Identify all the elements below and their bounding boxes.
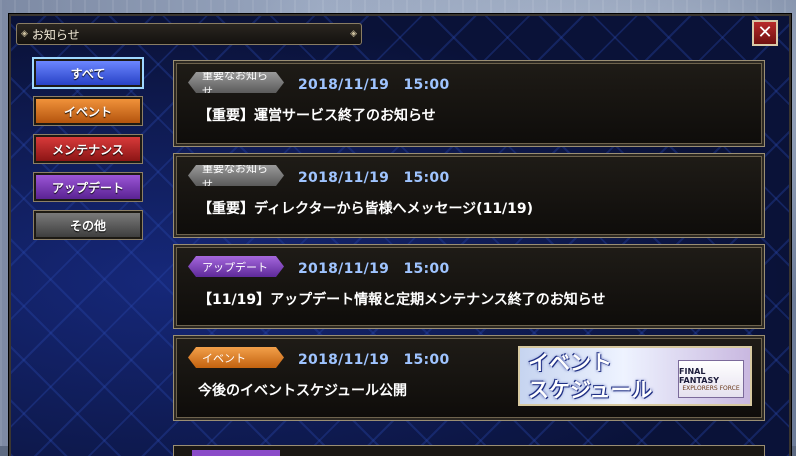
- news-item[interactable]: 重要なお知らせ 2018/11/19 15:00 【重要】運営サービス終了のお知…: [173, 60, 765, 147]
- news-date: 2018/11/19 15:00: [298, 261, 450, 277]
- news-title: 【重要】ディレクターから皆様へメッセージ(11/19): [198, 201, 534, 217]
- category-label: イベント: [63, 104, 112, 119]
- logo-subtitle: EXPLORERS FORCE: [682, 384, 740, 392]
- news-tag-update: アップデート: [188, 256, 284, 277]
- category-label: すべて: [70, 66, 106, 81]
- news-item[interactable]: イベント 2018/11/19 15:00 今後のイベントスケジュール公開 イベ…: [173, 335, 765, 421]
- news-tag-important: 重要なお知らせ: [188, 165, 284, 186]
- category-label: メンテナンス: [52, 142, 124, 157]
- category-event-button[interactable]: イベント: [33, 96, 143, 126]
- window-titlebar: ◈ お知らせ ◈: [16, 23, 362, 45]
- news-tag-important: 重要なお知らせ: [188, 72, 284, 93]
- event-schedule-banner[interactable]: イベント スケジュール FINAL FANTASY EXPLORERS FORCE: [518, 346, 752, 406]
- category-other-button[interactable]: その他: [33, 210, 143, 240]
- title-ornament-icon: ◈: [350, 29, 357, 39]
- news-date: 2018/11/19 15:00: [298, 170, 450, 186]
- category-maintenance-button[interactable]: メンテナンス: [33, 134, 143, 164]
- notice-window: ◈ お知らせ ◈ ✕ すべて イベント メンテナンス アップデート その他 重要…: [9, 14, 791, 456]
- close-button[interactable]: ✕: [752, 20, 778, 46]
- news-item-partial[interactable]: [173, 445, 765, 456]
- title-ornament-icon: ◈: [21, 29, 28, 39]
- category-update-button[interactable]: アップデート: [33, 172, 143, 202]
- news-date: 2018/11/19 15:00: [298, 352, 450, 368]
- window-body: ◈ お知らせ ◈ ✕ すべて イベント メンテナンス アップデート その他 重要…: [11, 16, 789, 456]
- news-item[interactable]: アップデート 2018/11/19 15:00 【11/19】アップデート情報と…: [173, 244, 765, 329]
- news-date: 2018/11/19 15:00: [298, 77, 450, 93]
- game-logo: FINAL FANTASY EXPLORERS FORCE: [678, 360, 744, 398]
- news-title: 【重要】運営サービス終了のお知らせ: [198, 108, 436, 124]
- category-label: その他: [69, 218, 106, 233]
- logo-title: FINAL FANTASY: [679, 366, 720, 385]
- close-icon: ✕: [757, 22, 773, 43]
- banner-title: イベント スケジュール: [528, 351, 653, 402]
- category-all-button[interactable]: すべて: [32, 57, 144, 89]
- news-title: 【11/19】アップデート情報と定期メンテナンス終了のお知らせ: [198, 292, 606, 308]
- category-label: アップデート: [51, 180, 124, 195]
- news-tag-update: [192, 450, 280, 456]
- news-item[interactable]: 重要なお知らせ 2018/11/19 15:00 【重要】ディレクターから皆様へ…: [173, 153, 765, 238]
- window-title: お知らせ: [31, 27, 80, 42]
- news-title: 今後のイベントスケジュール公開: [198, 383, 408, 399]
- news-tag-event: イベント: [188, 347, 284, 368]
